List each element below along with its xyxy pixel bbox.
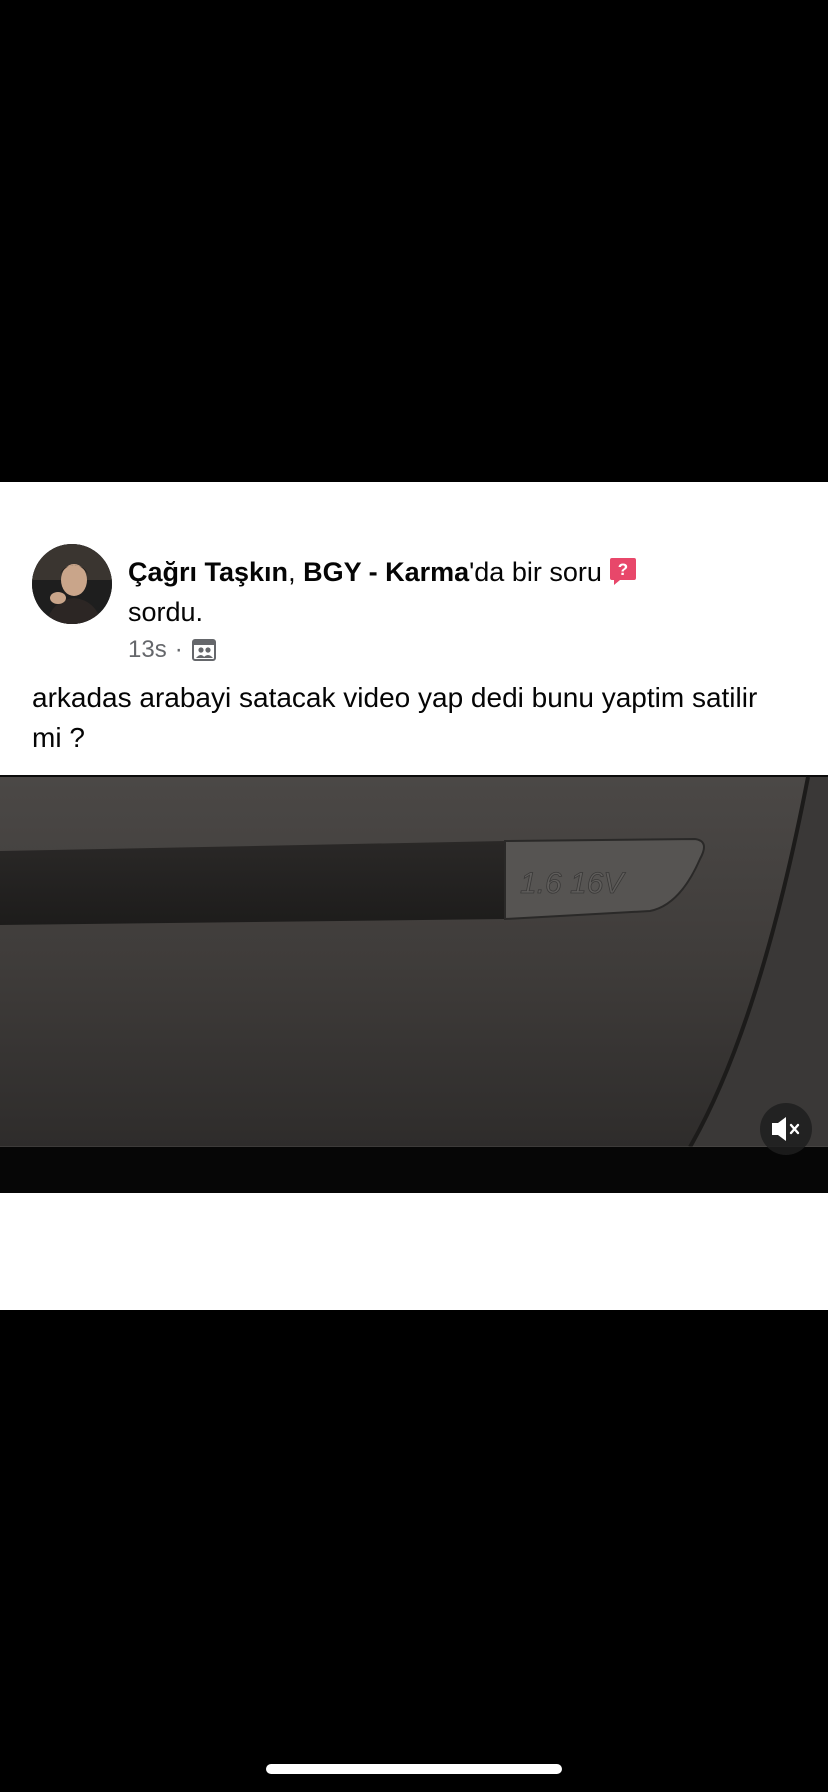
post-header-text: Çağrı Taşkın, BGY - Karma'da bir soru? so…: [128, 552, 748, 632]
screen: Çağrı Taşkın, BGY - Karma'da bir soru? so…: [0, 0, 828, 1792]
video-player[interactable]: 1.6 16V: [0, 775, 828, 1193]
author-name[interactable]: Çağrı Taşkın: [128, 557, 288, 587]
model-badge-text: 1.6 16V: [520, 867, 626, 900]
group-name[interactable]: BGY - Karma: [303, 557, 469, 587]
speaker-muted-icon: [770, 1115, 802, 1143]
mute-button[interactable]: [760, 1103, 812, 1155]
post-meta: 13s ·: [128, 636, 217, 664]
name-separator: ,: [288, 557, 304, 587]
post-card: Çağrı Taşkın, BGY - Karma'da bir soru? so…: [0, 482, 828, 1310]
avatar[interactable]: [32, 544, 112, 624]
home-indicator[interactable]: [266, 1764, 562, 1774]
svg-text:?: ?: [618, 560, 628, 579]
question-badge-icon: ?: [608, 556, 638, 586]
group-members-icon: [191, 637, 217, 663]
video-frame: 1.6 16V: [0, 775, 828, 1193]
post-time[interactable]: 13s: [128, 636, 167, 664]
post-body: arkadas arabayi satacak video yap dedi b…: [32, 682, 758, 753]
action-end: sordu.: [128, 597, 204, 627]
action-text: 'da bir soru: [469, 557, 602, 587]
meta-dot: ·: [174, 636, 183, 663]
